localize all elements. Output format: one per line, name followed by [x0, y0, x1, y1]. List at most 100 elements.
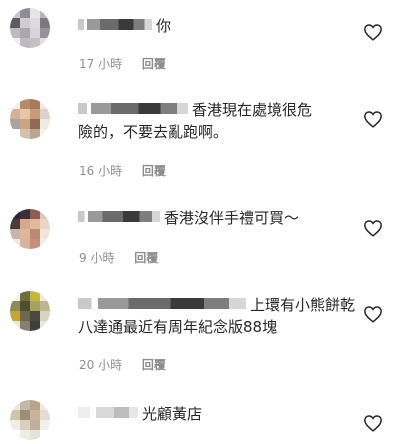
avatar[interactable] [10, 400, 50, 440]
comment-text-block: 你 [78, 15, 358, 37]
avatar-pixel [10, 28, 20, 38]
avatar-pixel [20, 219, 30, 229]
avatar-pixel [30, 99, 40, 109]
comment-time: 9 小時 [79, 251, 115, 265]
avatar-pixel [40, 400, 50, 410]
avatar-pixel [10, 321, 20, 331]
avatar-pixel [20, 229, 30, 239]
avatar-pixel [20, 311, 30, 321]
avatar-pixel [20, 400, 30, 410]
heart-icon[interactable] [363, 414, 383, 432]
avatar-pixel [10, 209, 20, 219]
heart-icon[interactable] [363, 219, 383, 237]
avatar[interactable] [10, 291, 50, 331]
reply-button[interactable]: 回覆 [142, 57, 166, 71]
username-redacted[interactable] [78, 19, 152, 30]
reply-button[interactable]: 回覆 [142, 164, 166, 178]
avatar-pixel [40, 239, 50, 249]
avatar-pixel [20, 209, 30, 219]
username-redacted[interactable] [78, 103, 188, 114]
avatar-pixel [40, 109, 50, 119]
avatar-pixel [10, 18, 20, 28]
avatar-pixel [20, 291, 30, 301]
avatar-pixel [40, 229, 50, 239]
comment-meta: 16 小時 回覆 [79, 162, 166, 179]
avatar-pixel [30, 229, 40, 239]
comment-text-block: 香港現在處境很危 險的，不要去亂跑啊。 [78, 99, 358, 143]
avatar-pixel [10, 291, 20, 301]
avatar-pixel [40, 301, 50, 311]
avatar-pixel [10, 229, 20, 239]
avatar-pixel [30, 129, 40, 139]
avatar-pixel [10, 239, 20, 249]
avatar-pixel [20, 321, 30, 331]
avatar-pixel [40, 209, 50, 219]
comment-text: 香港沒伴手禮可買～ [164, 209, 300, 227]
username-redacted[interactable] [78, 298, 246, 309]
avatar-pixel [20, 8, 30, 18]
avatar-pixel [20, 28, 30, 38]
avatar-pixel [30, 311, 40, 321]
avatar-pixel [30, 291, 40, 301]
avatar-pixel [40, 18, 50, 28]
comment-text-block: 香港沒伴手禮可買～ [78, 207, 358, 229]
comment-meta: 20 小時 回覆 [79, 356, 166, 373]
avatar-pixel [10, 109, 20, 119]
comment-time: 16 小時 [79, 164, 123, 178]
heart-icon[interactable] [363, 110, 383, 128]
avatar-pixel [40, 430, 50, 440]
avatar-pixel [30, 301, 40, 311]
avatar-pixel [10, 99, 20, 109]
avatar-pixel [40, 420, 50, 430]
avatar-pixel [30, 410, 40, 420]
avatar-pixel [10, 410, 20, 420]
avatar-pixel [10, 119, 20, 129]
avatar-pixel [40, 129, 50, 139]
avatar-pixel [30, 109, 40, 119]
avatar-pixel [10, 420, 20, 430]
avatar-pixel [30, 400, 40, 410]
avatar-pixel [10, 38, 20, 48]
avatar-pixel [10, 129, 20, 139]
avatar-pixel [20, 18, 30, 28]
avatar[interactable] [10, 99, 50, 139]
avatar-pixel [30, 18, 40, 28]
username-redacted[interactable] [78, 211, 160, 222]
username-redacted[interactable] [78, 407, 138, 418]
comment-text: 光顧黃店 [142, 405, 203, 423]
avatar-pixel [30, 239, 40, 249]
avatar-pixel [10, 301, 20, 311]
avatar-pixel [20, 430, 30, 440]
heart-icon[interactable] [363, 305, 383, 323]
avatar-pixel [30, 119, 40, 129]
heart-icon[interactable] [363, 23, 383, 41]
avatar[interactable] [10, 8, 50, 48]
avatar-pixel [30, 28, 40, 38]
avatar-pixel [10, 400, 20, 410]
reply-button[interactable]: 回覆 [134, 251, 158, 265]
avatar-pixel [40, 321, 50, 331]
avatar-pixel [40, 219, 50, 229]
comment-text: 你 [156, 17, 172, 35]
comment-time: 17 小時 [79, 57, 123, 71]
avatar[interactable] [10, 209, 50, 249]
avatar-pixel [40, 311, 50, 321]
reply-button[interactable]: 回覆 [142, 358, 166, 372]
avatar-pixel [20, 119, 30, 129]
avatar-pixel [30, 321, 40, 331]
avatar-pixel [10, 430, 20, 440]
avatar-pixel [40, 119, 50, 129]
comment-meta: 17 小時 回覆 [79, 55, 166, 72]
avatar-pixel [20, 301, 30, 311]
avatar-pixel [20, 410, 30, 420]
avatar-pixel [20, 239, 30, 249]
comment-time: 20 小時 [79, 358, 123, 372]
avatar-pixel [10, 8, 20, 18]
avatar-pixel [20, 38, 30, 48]
avatar-pixel [10, 311, 20, 321]
avatar-pixel [40, 99, 50, 109]
avatar-pixel [20, 129, 30, 139]
comment-text-block: 光顧黃店 [78, 403, 358, 425]
avatar-pixel [10, 219, 20, 229]
avatar-pixel [30, 420, 40, 430]
